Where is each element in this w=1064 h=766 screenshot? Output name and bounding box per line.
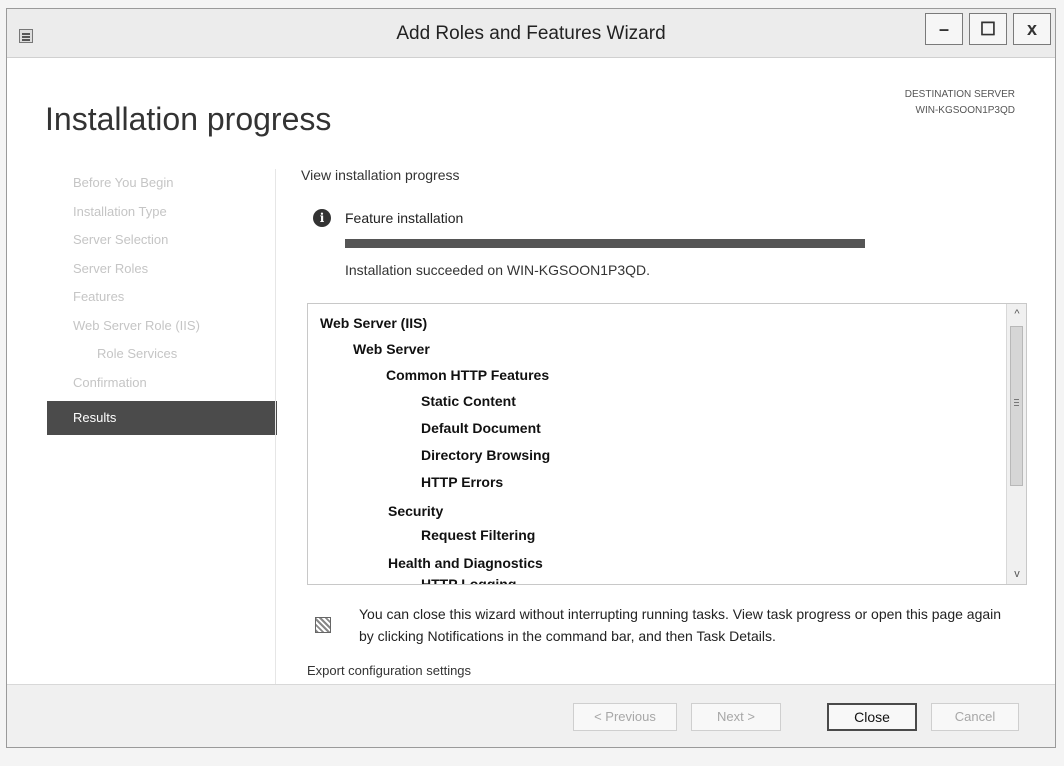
next-button[interactable]: Next > xyxy=(691,703,781,731)
list-item: Web Server (IIS) xyxy=(320,315,428,331)
list-item: Security xyxy=(388,503,444,519)
list-item: Directory Browsing xyxy=(421,447,551,463)
list-item: Default Document xyxy=(421,420,541,436)
export-configuration-link[interactable]: Export configuration settings xyxy=(307,663,471,678)
list-item: HTTP Logging xyxy=(421,576,517,585)
progress-bar xyxy=(345,239,865,248)
feature-installation-row: i Feature installation xyxy=(313,209,463,227)
notifications-icon xyxy=(315,617,331,633)
cancel-button[interactable]: Cancel xyxy=(931,703,1019,731)
feature-list[interactable]: Web Server (IIS) Web Server Common HTTP … xyxy=(307,303,1027,585)
list-item: HTTP Errors xyxy=(421,474,504,490)
step-web-server-role: Web Server Role (IIS) xyxy=(73,317,200,333)
list-item: Web Server xyxy=(353,341,430,357)
wizard-steps: Before You Begin Installation Type Serve… xyxy=(47,169,277,435)
step-server-selection: Server Selection xyxy=(73,232,169,247)
list-item: Request Filtering xyxy=(421,527,536,543)
notice-text: You can close this wizard without interr… xyxy=(359,606,1002,644)
close-window-button[interactable]: x xyxy=(1013,13,1051,45)
window-controls: – ☐ x xyxy=(925,13,1051,45)
status-message: Installation succeeded on WIN-KGSOON1P3Q… xyxy=(345,262,651,278)
notice: You can close this wizard without interr… xyxy=(315,603,1015,647)
section-title: View installation progress xyxy=(301,167,460,183)
grip-icon xyxy=(1014,399,1019,400)
steps-divider xyxy=(275,169,276,689)
destination-server-name: WIN-KGSOON1P3QD xyxy=(915,105,1015,116)
main-content: View installation progress i Feature ins… xyxy=(301,167,1031,678)
step-server-roles: Server Roles xyxy=(73,260,149,276)
list-item: Static Content xyxy=(421,393,516,409)
wizard-window: Add Roles and Features Wizard – ☐ x Inst… xyxy=(6,8,1056,748)
destination-label: DESTINATION SERVER xyxy=(904,89,1015,100)
minimize-button[interactable]: – xyxy=(925,13,963,45)
list-item: Common HTTP Features xyxy=(386,367,550,383)
info-icon: i xyxy=(313,209,331,227)
title-bar: Add Roles and Features Wizard – ☐ x xyxy=(7,9,1055,58)
close-button[interactable]: Close xyxy=(827,703,917,731)
scroll-up-icon[interactable]: ^ xyxy=(1007,304,1026,324)
window-title: Add Roles and Features Wizard xyxy=(396,23,666,44)
step-installation-type: Installation Type xyxy=(73,203,167,219)
step-before-you-begin: Before You Begin xyxy=(73,175,174,190)
maximize-button[interactable]: ☐ xyxy=(969,13,1007,45)
step-features: Features xyxy=(73,289,125,304)
list-item: Health and Diagnostics xyxy=(388,555,543,571)
step-role-services: Role Services xyxy=(97,346,178,361)
step-confirmation: Confirmation xyxy=(73,374,147,390)
scroll-down-icon[interactable]: v xyxy=(1007,564,1026,584)
previous-button[interactable]: < Previous xyxy=(573,703,677,731)
destination-server: DESTINATION SERVER WIN-KGSOON1P3QD xyxy=(905,87,1015,119)
feature-installation-label: Feature installation xyxy=(345,210,464,226)
page-title: Installation progress xyxy=(45,101,332,137)
progress-fill xyxy=(345,239,865,248)
scroll-thumb[interactable] xyxy=(1010,326,1023,486)
step-results[interactable]: Results xyxy=(47,401,277,435)
list-scrollbar[interactable]: ^ v xyxy=(1006,304,1026,584)
footer: < Previous Next > Close Cancel xyxy=(7,684,1055,747)
